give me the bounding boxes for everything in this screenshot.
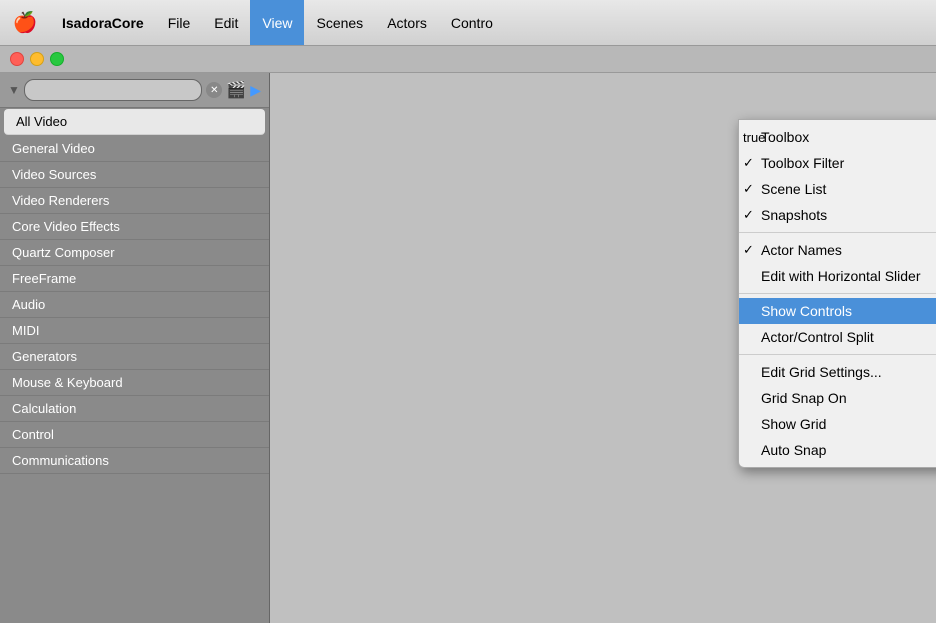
list-item[interactable]: Core Video Effects bbox=[0, 214, 269, 240]
menu-item-label: Show Controls bbox=[761, 303, 852, 319]
menu-item-label: Auto Snap bbox=[761, 442, 826, 458]
menu-item-label: Actor/Control Split bbox=[761, 329, 874, 345]
menu-item-toolbox-filter[interactable]: ✓ Toolbox Filter ⌘F bbox=[739, 150, 936, 176]
menu-contro[interactable]: Contro bbox=[439, 0, 505, 45]
divider-3 bbox=[739, 354, 936, 355]
menu-item-show-controls[interactable]: Show Controls ⇧⌘C bbox=[739, 298, 936, 324]
divider-2 bbox=[739, 293, 936, 294]
list-item[interactable]: Quartz Composer bbox=[0, 240, 269, 266]
check-icon bbox=[743, 391, 759, 406]
menu-item-label: Actor Names bbox=[761, 242, 842, 258]
menu-item-label: Snapshots bbox=[761, 207, 827, 223]
check-icon: ✓ bbox=[743, 207, 759, 223]
list-item[interactable]: Calculation bbox=[0, 396, 269, 422]
list-item[interactable]: Video Renderers bbox=[0, 188, 269, 214]
list-item[interactable]: Video Sources bbox=[0, 162, 269, 188]
content-area: true Toolbox ⌘2 ✓ Toolbox Filter ⌘F ✓ Sc… bbox=[270, 73, 936, 623]
menu-item-actor-control-split[interactable]: Actor/Control Split ⇧⌘S bbox=[739, 324, 936, 350]
check-icon: ✓ bbox=[743, 155, 759, 171]
list-item[interactable]: Communications bbox=[0, 448, 269, 474]
list-item[interactable]: Control bbox=[0, 422, 269, 448]
check-icon bbox=[743, 330, 759, 345]
check-icon bbox=[743, 417, 759, 432]
menu-item-label: Scene List bbox=[761, 181, 826, 197]
sidebar-icon-group: 🎬 ▶ bbox=[226, 80, 261, 100]
menu-item-actor-names[interactable]: ✓ Actor Names ⌘\ bbox=[739, 237, 936, 263]
menu-item-scene-list[interactable]: ✓ Scene List bbox=[739, 176, 936, 202]
list-item[interactable]: Generators bbox=[0, 344, 269, 370]
check-icon bbox=[743, 269, 759, 284]
sidebar: ▼ ✕ 🎬 ▶ All Video General Video Video So… bbox=[0, 73, 270, 623]
camera-icon[interactable]: 🎬 bbox=[226, 80, 246, 100]
window-chrome bbox=[0, 46, 936, 73]
list-item[interactable]: All Video bbox=[4, 109, 265, 135]
menu-item-label: Show Grid bbox=[761, 416, 826, 432]
category-list: All Video General Video Video Sources Vi… bbox=[0, 108, 269, 623]
menu-item-edit-grid-settings[interactable]: Edit Grid Settings... ⇧⌘L bbox=[739, 359, 936, 385]
close-button[interactable] bbox=[10, 52, 24, 66]
menubar: 🍎 IsadoraCore File Edit View Scenes Acto… bbox=[0, 0, 936, 46]
menu-item-toolbox[interactable]: true Toolbox ⌘2 bbox=[739, 124, 936, 150]
menu-item-show-grid[interactable]: Show Grid bbox=[739, 411, 936, 437]
menu-item-horizontal-slider[interactable]: Edit with Horizontal Slider bbox=[739, 263, 936, 289]
menu-item-snapshots[interactable]: ✓ Snapshots bbox=[739, 202, 936, 228]
list-item[interactable]: FreeFrame bbox=[0, 266, 269, 292]
check-icon: ✓ bbox=[743, 242, 759, 258]
minimize-button[interactable] bbox=[30, 52, 44, 66]
apple-menu[interactable]: 🍎 bbox=[0, 10, 50, 35]
search-input[interactable] bbox=[24, 79, 202, 101]
list-item[interactable]: General Video bbox=[0, 136, 269, 162]
apple-icon: 🍎 bbox=[13, 10, 38, 35]
list-item[interactable]: MIDI bbox=[0, 318, 269, 344]
menu-item-auto-snap[interactable]: Auto Snap ⇧⌘D bbox=[739, 437, 936, 463]
play-icon[interactable]: ▶ bbox=[250, 82, 261, 99]
menu-scenes[interactable]: Scenes bbox=[304, 0, 375, 45]
menu-item-label: Toolbox bbox=[761, 129, 809, 145]
list-item[interactable]: Mouse & Keyboard bbox=[0, 370, 269, 396]
app-name[interactable]: IsadoraCore bbox=[50, 15, 156, 31]
main-area: ▼ ✕ 🎬 ▶ All Video General Video Video So… bbox=[0, 73, 936, 623]
menu-view[interactable]: View bbox=[250, 0, 304, 45]
check-icon bbox=[743, 365, 759, 380]
check-icon: true bbox=[743, 130, 759, 145]
list-item[interactable]: Audio bbox=[0, 292, 269, 318]
menu-item-label: Edit Grid Settings... bbox=[761, 364, 882, 380]
clear-search-button[interactable]: ✕ bbox=[206, 82, 222, 98]
menu-edit[interactable]: Edit bbox=[202, 0, 250, 45]
sidebar-toolbar: ▼ ✕ 🎬 ▶ bbox=[0, 73, 269, 108]
menu-item-label: Edit with Horizontal Slider bbox=[761, 268, 921, 284]
menu-item-grid-snap-on[interactable]: Grid Snap On ⇧⌘G bbox=[739, 385, 936, 411]
check-icon bbox=[743, 304, 759, 319]
check-icon: ✓ bbox=[743, 181, 759, 197]
menu-actors[interactable]: Actors bbox=[375, 0, 439, 45]
menu-item-label: Toolbox Filter bbox=[761, 155, 844, 171]
check-icon bbox=[743, 443, 759, 458]
menu-file[interactable]: File bbox=[156, 0, 203, 45]
divider-1 bbox=[739, 232, 936, 233]
view-dropdown-menu: true Toolbox ⌘2 ✓ Toolbox Filter ⌘F ✓ Sc… bbox=[738, 119, 936, 468]
filter-arrow[interactable]: ▼ bbox=[8, 83, 20, 97]
menu-item-label: Grid Snap On bbox=[761, 390, 847, 406]
maximize-button[interactable] bbox=[50, 52, 64, 66]
